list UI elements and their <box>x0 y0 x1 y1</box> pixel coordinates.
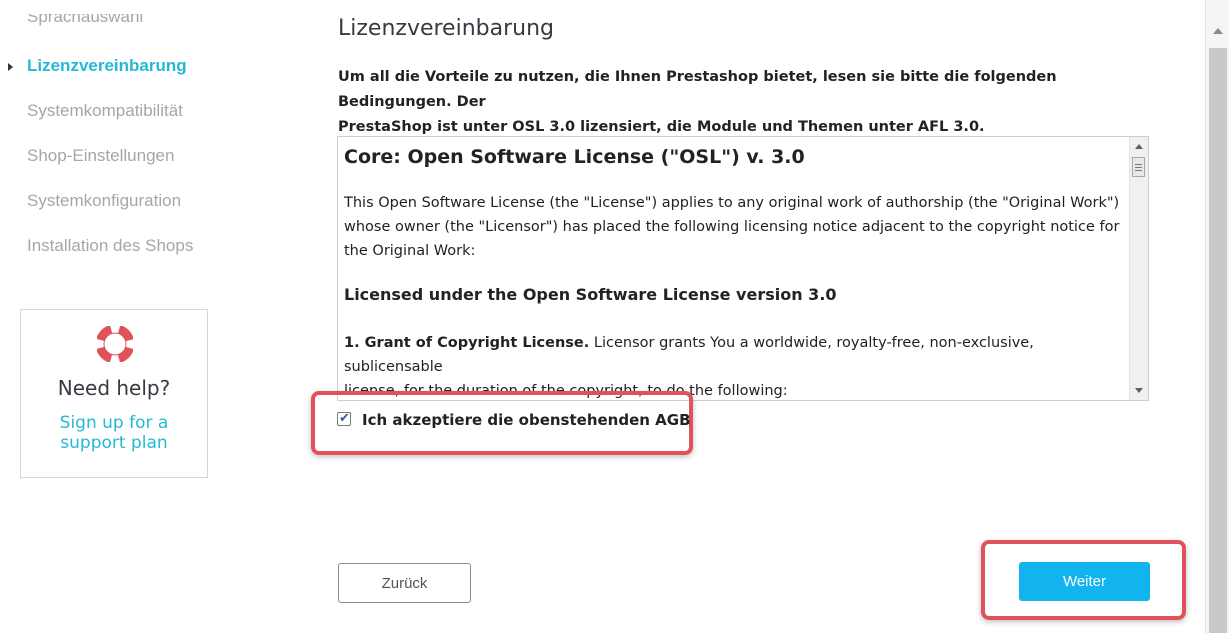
license-grant-heading: 1. Grant of Copyright License. <box>344 335 590 351</box>
page-scrollbar[interactable] <box>1205 0 1229 633</box>
next-button[interactable]: Weiter <box>1019 562 1150 601</box>
accept-terms-checkbox[interactable]: ✔ <box>337 410 351 426</box>
page-scroll-thumb[interactable] <box>1209 48 1227 633</box>
help-title: Need help? <box>57 376 171 400</box>
sidebar-step-shop-settings[interactable]: Shop-Einstellungen <box>27 146 174 166</box>
license-para1-line2: whose owner (the "Licensor") has placed … <box>344 219 1120 235</box>
sidebar-step-license[interactable]: Lizenzvereinbarung <box>27 56 187 76</box>
license-heading: Core: Open Software License ("OSL") v. 3… <box>344 146 805 168</box>
support-link-line1[interactable]: Sign up for a <box>21 413 207 433</box>
support-link-line2[interactable]: support plan <box>21 433 207 453</box>
accept-terms-label[interactable]: Ich akzeptiere die obenstehenden AGB <box>362 411 691 429</box>
sidebar-step-system-config[interactable]: Systemkonfiguration <box>27 191 181 211</box>
active-step-arrow-icon <box>8 63 13 71</box>
license-scrollbar[interactable] <box>1129 137 1148 400</box>
license-paragraph-1: This Open Software License (the "License… <box>344 191 1124 263</box>
page-title: Lizenzvereinbarung <box>338 16 554 41</box>
lifebuoy-icon <box>95 324 135 367</box>
scroll-down-icon[interactable] <box>1135 388 1143 393</box>
intro-text: Um all die Vorteile zu nutzen, die Ihnen… <box>338 65 1158 140</box>
scroll-up-icon[interactable] <box>1135 144 1143 149</box>
license-para1-line3: the Original Work: <box>344 243 476 259</box>
sidebar: Sprachauswahl Lizenzvereinbarung Systemk… <box>0 0 230 633</box>
sidebar-step-compatibility[interactable]: Systemkompatibilität <box>27 101 183 121</box>
license-para1-line1: This Open Software License (the "License… <box>344 195 1120 211</box>
sidebar-step-language[interactable]: Sprachauswahl <box>27 14 143 27</box>
scroll-thumb[interactable] <box>1132 157 1145 177</box>
checkmark-icon: ✔ <box>339 410 350 425</box>
license-subheading: Licensed under the Open Software License… <box>344 285 837 304</box>
page-scroll-up-icon[interactable] <box>1213 28 1223 34</box>
help-box: Need help? Sign up for a support plan <box>20 309 208 478</box>
intro-line1: Um all die Vorteile zu nutzen, die Ihnen… <box>338 69 1057 110</box>
support-plan-link[interactable]: Sign up for a support plan <box>21 413 207 453</box>
license-textbox[interactable]: Core: Open Software License ("OSL") v. 3… <box>337 136 1149 401</box>
sidebar-step-installation[interactable]: Installation des Shops <box>27 236 193 256</box>
back-button[interactable]: Zurück <box>338 563 471 603</box>
